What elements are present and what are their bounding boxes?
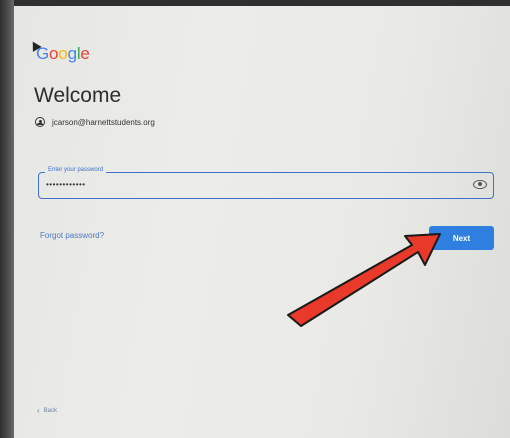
red-arrow-icon	[287, 233, 441, 327]
annotation-arrow	[287, 233, 441, 327]
